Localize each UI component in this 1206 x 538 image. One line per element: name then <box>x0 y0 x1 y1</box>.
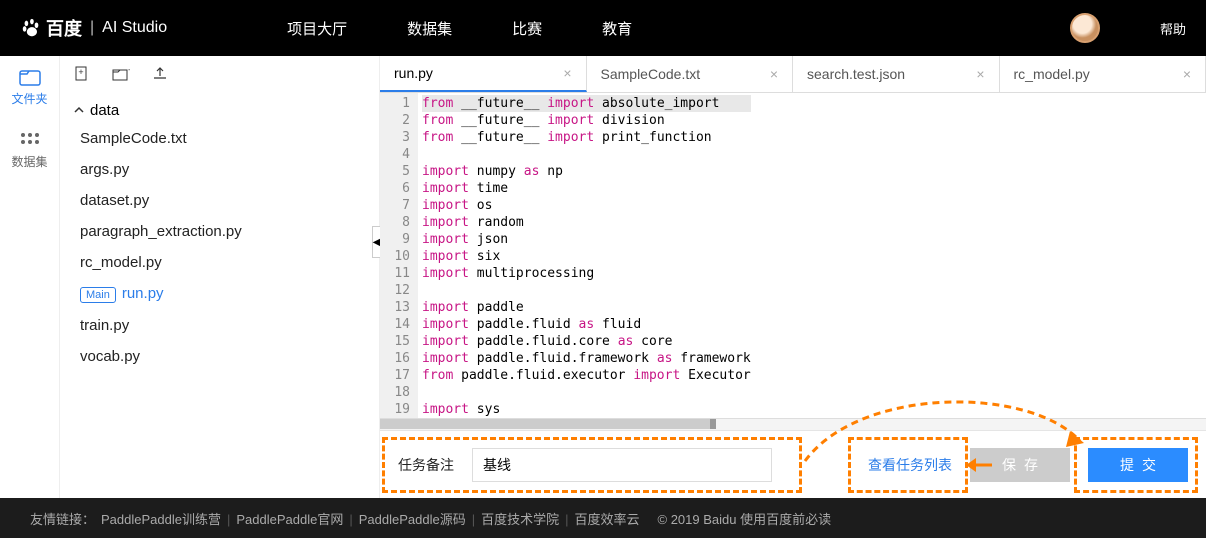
nav-edu[interactable]: 教育 <box>602 18 632 39</box>
nav-links: 项目大厅 数据集 比赛 教育 <box>287 18 632 39</box>
file-panel: + + data SampleCode.txtargs.pydataset.py… <box>60 56 380 498</box>
file-item[interactable]: SampleCode.txt <box>74 123 365 154</box>
task-note-label: 任务备注 <box>398 455 454 475</box>
nav-lobby[interactable]: 项目大厅 <box>287 18 347 39</box>
folder-label: data <box>90 102 119 119</box>
sidebar-files-label: 文件夹 <box>11 92 47 106</box>
baidu-paw-icon <box>20 17 42 39</box>
editor-tab[interactable]: run.py × <box>380 56 587 92</box>
folder-data[interactable]: data <box>74 98 365 123</box>
logo-studio-text: AI Studio <box>102 19 167 37</box>
avatar[interactable] <box>1070 13 1100 43</box>
tab-close-icon[interactable]: × <box>770 66 778 82</box>
view-task-list-link[interactable]: 查看任务列表 <box>868 455 952 475</box>
file-item[interactable]: dataset.py <box>74 185 365 216</box>
file-item[interactable]: Mainrun.py <box>74 278 365 310</box>
nav-contests[interactable]: 比赛 <box>512 18 542 39</box>
footer-prefix: 友情链接： <box>30 509 95 528</box>
code-viewport[interactable]: 123456789101112131415161718192021222324 … <box>380 93 1206 418</box>
save-button[interactable]: 保存 <box>970 448 1070 482</box>
footer-link[interactable]: 百度技术学院 <box>481 512 559 527</box>
h-scrollbar[interactable] <box>380 418 1206 430</box>
line-gutter: 123456789101112131415161718192021222324 <box>380 93 418 418</box>
tab-label: rc_model.py <box>1014 66 1090 82</box>
footer: 友情链接： PaddlePaddle训练营|PaddlePaddle官网|Pad… <box>0 498 1206 538</box>
logo-separator: | <box>90 19 94 37</box>
chevron-down-icon <box>74 106 84 116</box>
grid-icon <box>19 131 41 149</box>
logo-baidu-text: 百度 <box>46 15 82 41</box>
upload-icon[interactable] <box>152 66 168 82</box>
sidebar-dataset[interactable]: 数据集 <box>0 119 59 182</box>
editor-tabs: run.py×SampleCode.txt×search.test.json×r… <box>380 56 1206 93</box>
top-nav: 百度 | AI Studio 项目大厅 数据集 比赛 教育 帮助 <box>0 0 1206 56</box>
file-item[interactable]: args.py <box>74 154 365 185</box>
footer-link[interactable]: PaddlePaddle官网 <box>236 512 343 527</box>
editor-tab[interactable]: SampleCode.txt × <box>587 56 794 92</box>
task-note-input[interactable] <box>472 448 772 482</box>
footer-copyright: © 2019 Baidu 使用百度前必读 <box>658 509 832 528</box>
footer-link[interactable]: PaddlePaddle源码 <box>359 512 466 527</box>
file-item[interactable]: train.py <box>74 310 365 341</box>
file-item[interactable]: paragraph_extraction.py <box>74 216 365 247</box>
svg-text:+: + <box>128 66 130 75</box>
footer-link[interactable]: PaddlePaddle训练营 <box>101 512 221 527</box>
tab-label: SampleCode.txt <box>601 66 701 82</box>
nav-datasets[interactable]: 数据集 <box>407 18 452 39</box>
new-file-icon[interactable]: + <box>74 66 90 82</box>
file-toolbar: + + <box>60 56 379 92</box>
tab-label: search.test.json <box>807 66 905 82</box>
tab-label: run.py <box>394 65 433 81</box>
submit-button[interactable]: 提交 <box>1088 448 1188 482</box>
new-folder-icon[interactable]: + <box>112 66 130 82</box>
sidebar-dataset-label: 数据集 <box>11 155 47 169</box>
code-lines: from __future__ import absolute_importfr… <box>418 93 755 418</box>
file-tree: data SampleCode.txtargs.pydataset.pypara… <box>60 92 379 378</box>
file-item[interactable]: vocab.py <box>74 341 365 372</box>
editor-tab[interactable]: search.test.json × <box>793 56 1000 92</box>
submit-bar: 任务备注 查看任务列表 保存 提交 <box>380 430 1206 498</box>
tab-close-icon[interactable]: × <box>976 66 984 82</box>
logo[interactable]: 百度 | AI Studio <box>20 15 167 41</box>
editor-area: ◀ run.py×SampleCode.txt×search.test.json… <box>380 56 1206 498</box>
tab-close-icon[interactable]: × <box>563 65 571 81</box>
left-sidebar: 文件夹 数据集 <box>0 56 60 498</box>
tab-close-icon[interactable]: × <box>1183 66 1191 82</box>
h-scroll-mark <box>710 419 716 429</box>
sidebar-files[interactable]: 文件夹 <box>0 56 59 119</box>
nav-help[interactable]: 帮助 <box>1160 19 1186 38</box>
h-scroll-thumb[interactable] <box>380 419 710 429</box>
folder-icon <box>19 68 41 86</box>
file-item[interactable]: rc_model.py <box>74 247 365 278</box>
collapse-handle[interactable]: ◀ <box>372 226 380 258</box>
editor-tab[interactable]: rc_model.py × <box>1000 56 1206 92</box>
svg-text:+: + <box>78 67 83 77</box>
footer-link[interactable]: 百度效率云 <box>575 512 640 527</box>
main-badge: Main <box>80 287 116 303</box>
